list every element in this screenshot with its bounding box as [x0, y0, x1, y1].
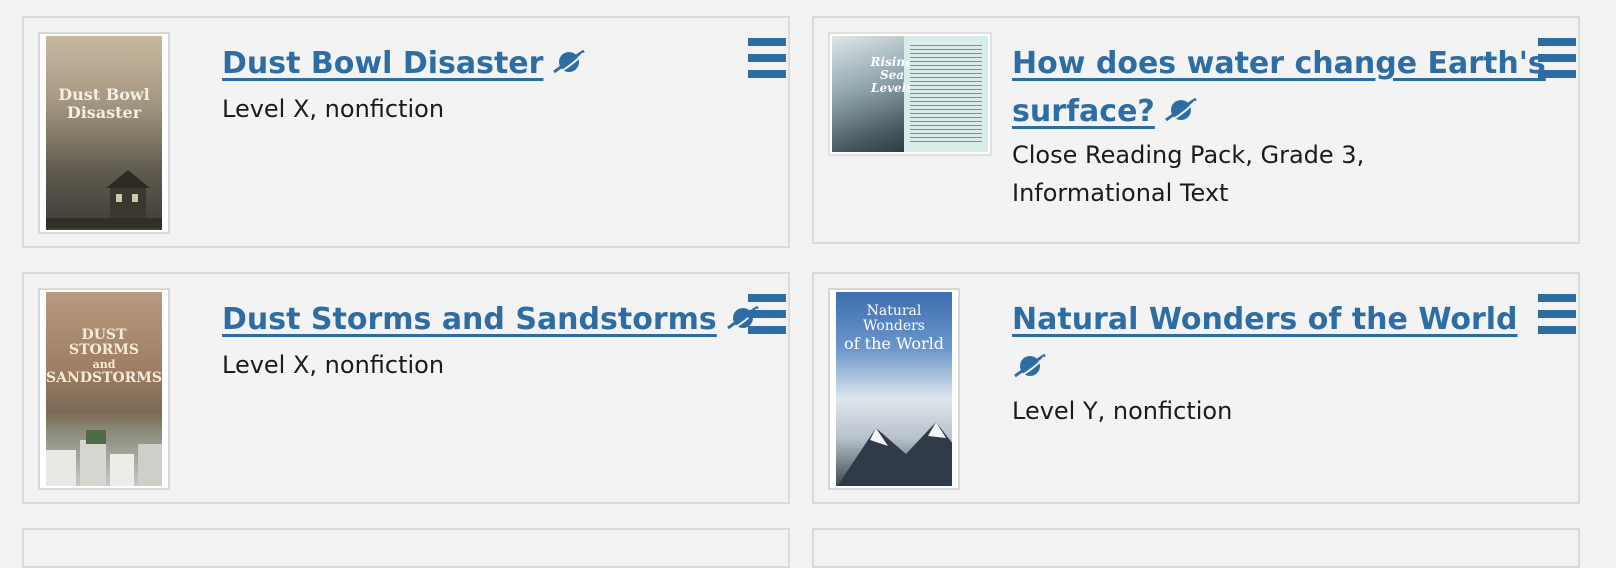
cover-art: Natural Wonders of the World	[836, 292, 952, 486]
book-description-text: Close Reading Pack, Grade 3, Information…	[1012, 141, 1365, 207]
book-cover[interactable]: Dust Bowl Disaster	[38, 32, 170, 234]
cover-art: Rising Sea Levels	[832, 36, 988, 152]
book-card-partial	[22, 528, 790, 568]
book-card: Rising Sea Levels How does water change …	[812, 16, 1580, 244]
planet-icon[interactable]	[551, 47, 587, 77]
hamburger-menu-icon[interactable]	[748, 294, 786, 334]
city-buildings-illustration	[46, 430, 162, 486]
book-level-text: Level X, nonfiction	[222, 95, 445, 123]
planet-icon[interactable]	[1012, 351, 1048, 381]
book-cover[interactable]: DUST STORMS and SANDSTORMS	[38, 288, 170, 490]
book-title-link[interactable]: Dust Storms and Sandstorms	[222, 296, 761, 344]
cover-art: DUST STORMS and SANDSTORMS	[46, 292, 162, 486]
cover-title-text: Natural Wonders of the World	[844, 303, 944, 353]
book-level-text: Level Y, nonfiction	[1012, 397, 1233, 425]
book-card: DUST STORMS and SANDSTORMS Dust Storms a…	[22, 272, 790, 504]
book-level-text: Level X, nonfiction	[222, 351, 445, 379]
hamburger-menu-icon[interactable]	[1538, 294, 1576, 334]
book-title-link[interactable]: How does water change Earth's surface?	[1012, 40, 1572, 136]
book-card: Dust Bowl Disaster Dust Bowl Disaster Le…	[22, 16, 790, 248]
cover-title-text: Dust Bowl Disaster	[58, 85, 150, 122]
book-card-partial	[812, 528, 1580, 568]
book-title-link[interactable]: Dust Bowl Disaster	[222, 40, 587, 88]
hamburger-menu-icon[interactable]	[1538, 38, 1576, 78]
cover-art: Dust Bowl Disaster	[46, 36, 162, 230]
book-title-link[interactable]: Natural Wonders of the World	[1012, 296, 1532, 392]
farmhouse-illustration	[46, 170, 162, 228]
book-cover[interactable]: Rising Sea Levels	[828, 32, 992, 156]
book-card: Natural Wonders of the World Natural Won…	[812, 272, 1580, 504]
cover-title-text: DUST STORMS and SANDSTORMS	[46, 327, 162, 386]
hamburger-menu-icon[interactable]	[748, 38, 786, 78]
planet-icon[interactable]	[1163, 95, 1199, 125]
book-cover[interactable]: Natural Wonders of the World	[828, 288, 960, 490]
mountain-illustration	[837, 422, 952, 486]
cover-body-text	[910, 42, 982, 142]
